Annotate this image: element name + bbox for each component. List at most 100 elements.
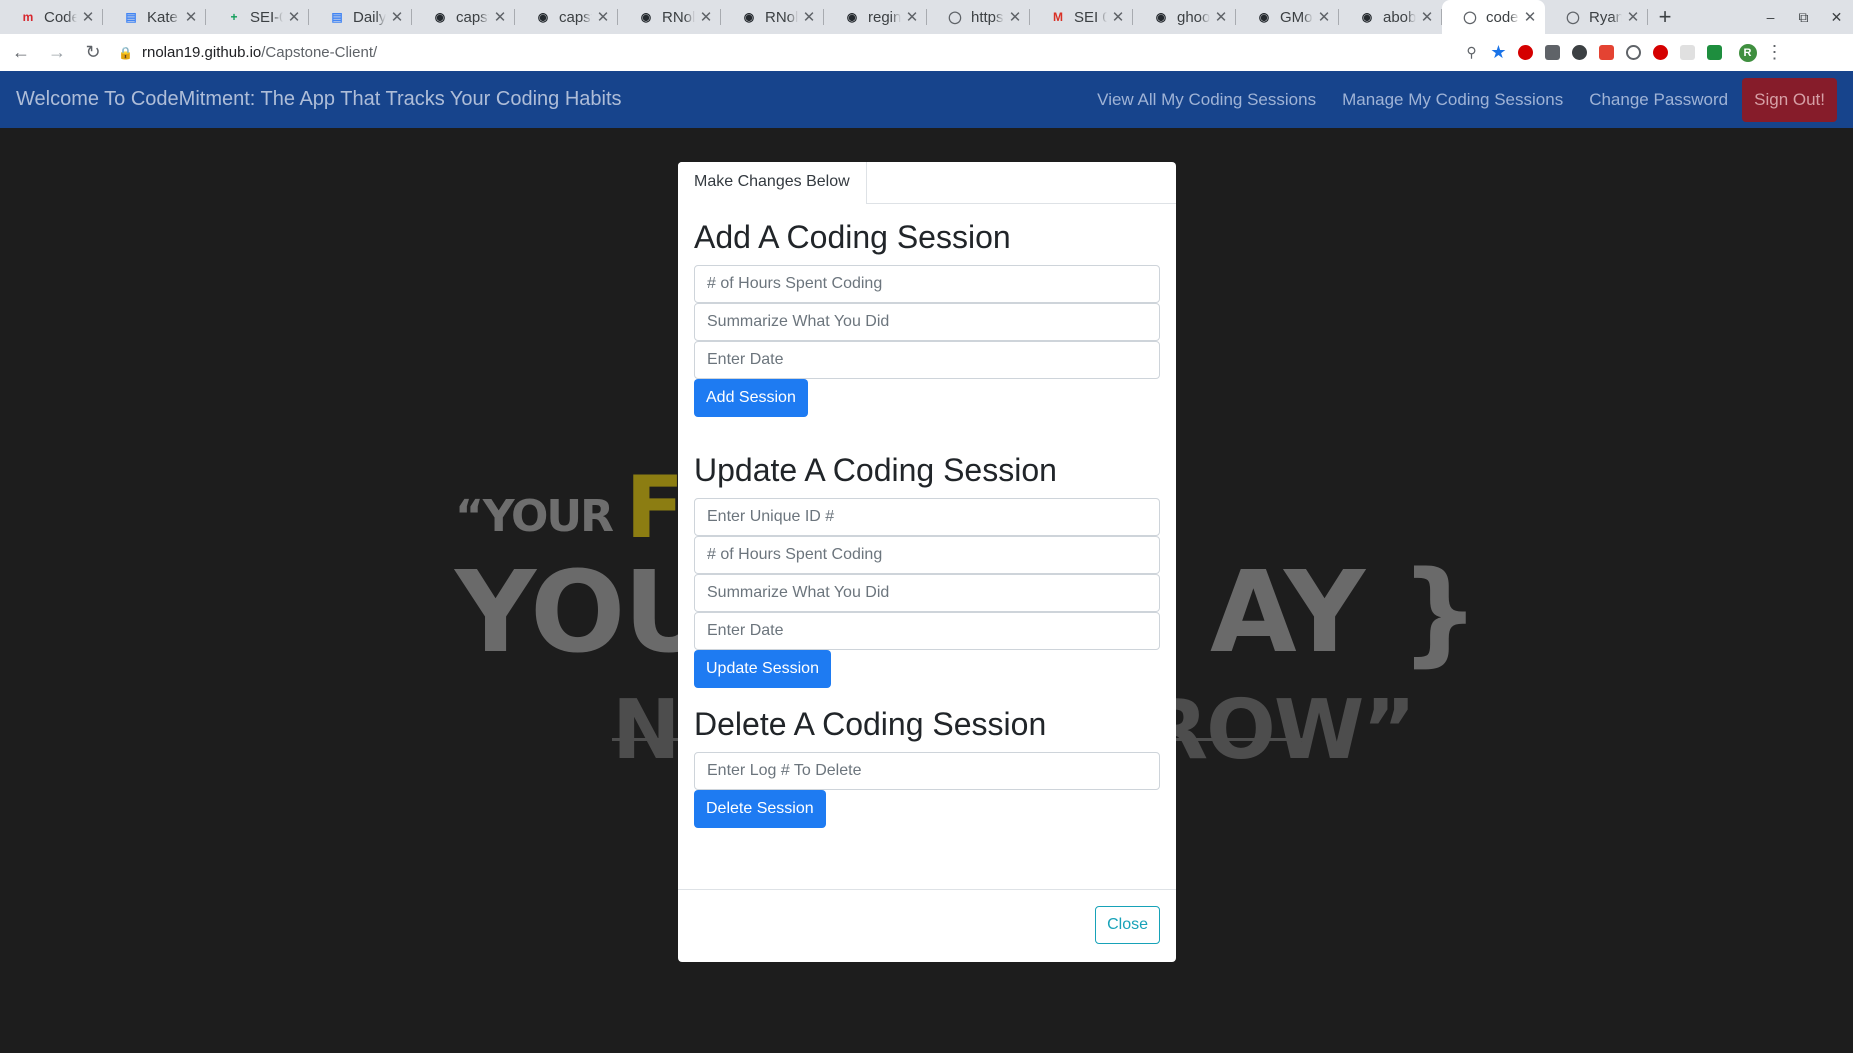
close-window-icon[interactable]: ✕ — [1820, 0, 1853, 34]
browser-tab[interactable]: ◯ https:✕ — [927, 0, 1030, 34]
update-summary-input[interactable] — [694, 574, 1160, 612]
nav-manage-sessions[interactable]: Manage My Coding Sessions — [1342, 90, 1563, 110]
tab-close-icon[interactable]: ✕ — [596, 8, 610, 26]
tab-title: Kate M — [147, 8, 180, 26]
add-session-heading: Add A Coding Session — [694, 219, 1011, 255]
browser-toolbar: ← → ↻ 🔒 rnolan19.github.io/Capstone-Clie… — [0, 34, 1853, 71]
incognito-extension-icon[interactable] — [1566, 38, 1593, 68]
sign-out-button[interactable]: Sign Out! — [1742, 77, 1837, 122]
update-id-input[interactable] — [694, 498, 1160, 536]
add-date-input[interactable] — [694, 341, 1160, 379]
blank-extension-icon[interactable] — [1674, 38, 1701, 68]
tab-close-icon[interactable]: ✕ — [802, 8, 816, 26]
tab-title: ghoos — [1177, 8, 1210, 26]
tab-close-icon[interactable]: ✕ — [287, 8, 301, 26]
todoist-extension-icon[interactable] — [1593, 38, 1620, 68]
browser-tab[interactable]: ◉ RNolan✕ — [721, 0, 824, 34]
code-extension-icon[interactable] — [1620, 38, 1647, 68]
nav-change-password[interactable]: Change Password — [1589, 90, 1728, 110]
url-path: /Capstone-Client/ — [261, 44, 378, 61]
browser-tab[interactable]: ▤ Kate M✕ — [103, 0, 206, 34]
globe-icon: ◯ — [1463, 10, 1477, 24]
browser-tab[interactable]: ◉ regina✕ — [824, 0, 927, 34]
tab-close-icon[interactable]: ✕ — [699, 8, 713, 26]
profile-avatar[interactable]: R — [1734, 38, 1761, 68]
delete-log-input[interactable] — [694, 752, 1160, 790]
add-summary-input[interactable] — [694, 303, 1160, 341]
browser-tab[interactable]: m CodeMitment✕ — [0, 0, 103, 34]
tab-title: SEI-05 — [250, 8, 283, 26]
app-brand[interactable]: Welcome To CodeMitment: The App That Tra… — [16, 88, 622, 111]
page-content: “YOUR FUT YOU D AY } N ROW” Welcome To C… — [0, 71, 1853, 1053]
update-date-input[interactable] — [694, 612, 1160, 650]
docs-icon: ▤ — [125, 10, 137, 24]
adblock-extension-icon[interactable] — [1512, 38, 1539, 68]
browser-tab[interactable]: ◉ capstone✕ — [412, 0, 515, 34]
address-bar[interactable]: 🔒 rnolan19.github.io/Capstone-Client/ — [118, 38, 1458, 68]
browser-tab[interactable]: ▤ Daily ✕ — [309, 0, 412, 34]
tab-close-icon[interactable]: ✕ — [905, 8, 919, 26]
reload-icon[interactable]: ↻ — [78, 38, 108, 68]
new-tab-button[interactable]: + — [1648, 0, 1682, 34]
tab-close-icon[interactable]: ✕ — [1420, 8, 1434, 26]
tab-title: Ryan — [1589, 8, 1622, 26]
browser-tab[interactable]: ◉ capstone✕ — [515, 0, 618, 34]
tab-close-icon[interactable]: ✕ — [1214, 8, 1228, 26]
menu-icon[interactable]: ⋮ — [1761, 38, 1788, 68]
browser-tab[interactable]: ◯ Ryan ✕ — [1545, 0, 1648, 34]
bookmark-star-icon[interactable]: ★ — [1485, 38, 1512, 68]
restore-icon[interactable]: ⧉ — [1787, 0, 1820, 34]
delete-session-button[interactable]: Delete Session — [694, 790, 826, 828]
t-extension-icon[interactable] — [1647, 38, 1674, 68]
tab-close-icon[interactable]: ✕ — [1523, 8, 1537, 26]
tab-close-icon[interactable]: ✕ — [493, 8, 507, 26]
m-logo-icon: m — [22, 10, 34, 24]
modal-body: Add A Coding Session Add Session Update … — [678, 204, 1176, 828]
github-icon: ◉ — [640, 10, 652, 24]
tab-list: mCodeMitment✕▤Kate M✕+SEI-05✕▤Daily✕◉cap… — [0, 0, 1648, 34]
back-icon[interactable]: ← — [6, 38, 36, 68]
shield-extension-icon[interactable] — [1701, 38, 1728, 68]
eraser-extension-icon[interactable] — [1539, 38, 1566, 68]
close-button[interactable]: Close — [1095, 906, 1160, 944]
tab-title: Daily — [353, 8, 386, 26]
tab-title: RNolan — [662, 8, 695, 26]
tab-close-icon[interactable]: ✕ — [1008, 8, 1022, 26]
tab-make-changes[interactable]: Make Changes Below — [678, 162, 867, 204]
tab-close-icon[interactable]: ✕ — [184, 8, 198, 26]
forward-icon[interactable]: → — [42, 38, 72, 68]
update-session-heading: Update A Coding Session — [694, 452, 1057, 488]
browser-tab[interactable]: ◯ codeM✕ — [1442, 0, 1545, 34]
tab-close-icon[interactable]: ✕ — [1111, 8, 1125, 26]
browser-tab[interactable]: M SEI 05✕ — [1030, 0, 1133, 34]
quote-text-a: “YOUR — [455, 491, 614, 542]
browser-tab[interactable]: ◉ GMon✕ — [1236, 0, 1339, 34]
github-icon: ◉ — [434, 10, 446, 24]
add-session-button[interactable]: Add Session — [694, 379, 808, 417]
globe-icon: ◯ — [1566, 10, 1580, 24]
minimize-icon[interactable]: – — [1754, 0, 1787, 34]
browser-tab[interactable]: + SEI-05✕ — [206, 0, 309, 34]
browser-tab[interactable]: ◉ RNolan✕ — [618, 0, 721, 34]
key-icon[interactable]: ⚲ — [1458, 38, 1485, 68]
manage-sessions-modal: Make Changes Below Add A Coding Session … — [678, 162, 1176, 962]
tab-title: SEI 05 — [1074, 8, 1107, 26]
sheets-icon: + — [230, 10, 238, 24]
lock-icon: 🔒 — [118, 45, 133, 60]
tab-title: capstone — [456, 8, 489, 26]
update-hours-input[interactable] — [694, 536, 1160, 574]
tab-title: RNolan — [765, 8, 798, 26]
quote-line-2b: AY } — [1210, 548, 1480, 678]
update-session-button[interactable]: Update Session — [694, 650, 831, 688]
tab-close-icon[interactable]: ✕ — [1626, 8, 1640, 26]
add-hours-input[interactable] — [694, 265, 1160, 303]
nav-view-all-sessions[interactable]: View All My Coding Sessions — [1097, 90, 1316, 110]
browser-tab[interactable]: ◉ abob ✕ — [1339, 0, 1442, 34]
window-controls: – ⧉ ✕ — [1754, 0, 1853, 34]
tab-close-icon[interactable]: ✕ — [81, 8, 95, 26]
quote-line-3b: ROW” — [1145, 683, 1416, 778]
browser-tab[interactable]: ◉ ghoos✕ — [1133, 0, 1236, 34]
tab-close-icon[interactable]: ✕ — [1317, 8, 1331, 26]
tab-close-icon[interactable]: ✕ — [390, 8, 404, 26]
github-icon: ◉ — [1155, 10, 1167, 24]
